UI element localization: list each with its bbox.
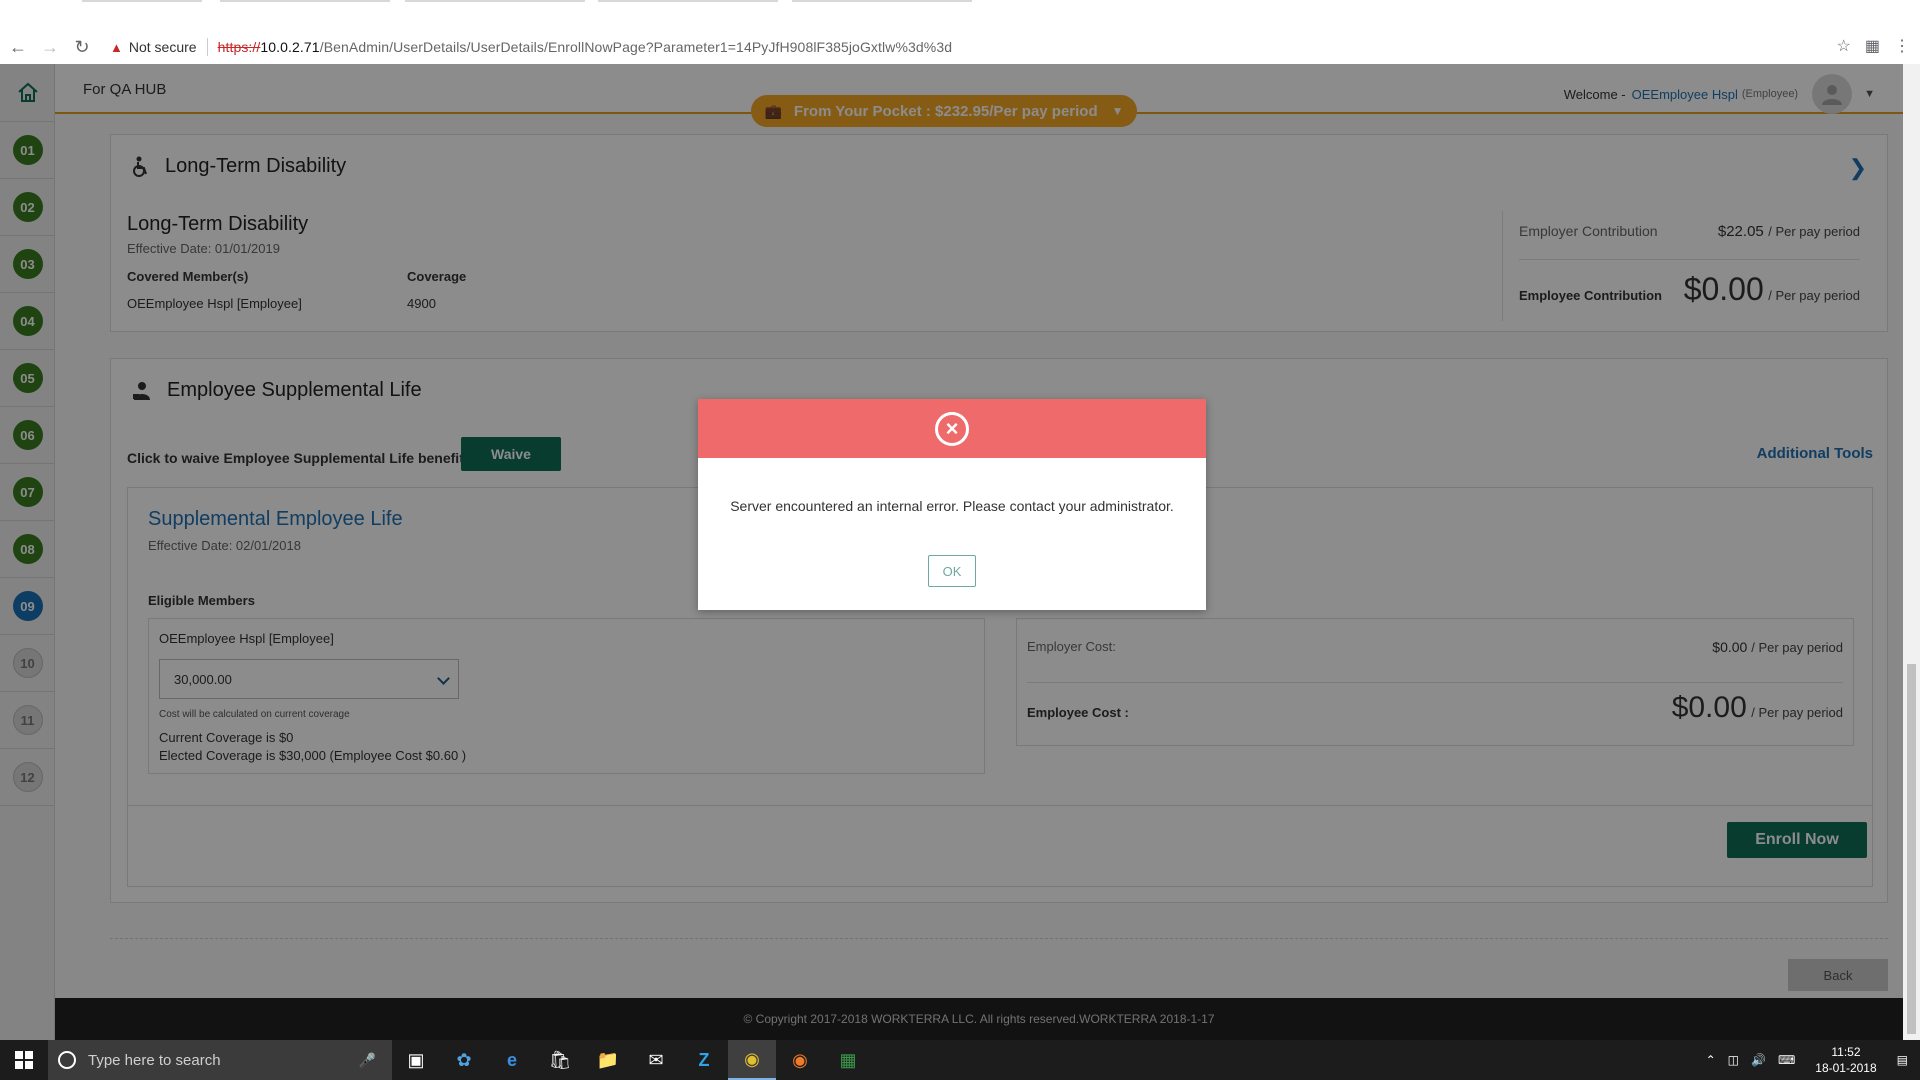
mail-icon[interactable]: ✉ [632, 1040, 680, 1080]
search-ring-icon [58, 1051, 76, 1069]
z-app-icon[interactable]: Z [680, 1040, 728, 1080]
url-scheme: https:// [217, 39, 261, 55]
spreadsheet-app-icon[interactable]: ▦ [824, 1040, 872, 1080]
clock-time: 11:52 [1831, 1045, 1861, 1059]
browser-compass-icon[interactable]: ✿ [440, 1040, 488, 1080]
notifications-icon[interactable]: ▤ [1897, 1053, 1908, 1067]
windows-logo-icon [15, 1051, 33, 1069]
clock[interactable]: 11:52 18-01-2018 [1815, 1044, 1876, 1076]
firefox-icon[interactable]: ◉ [776, 1040, 824, 1080]
windows-taskbar: Type here to search 🎤 ▣ ✿ e 🛍 📁 ✉ Z ◉ ◉ … [0, 1040, 1920, 1080]
error-dialog: × Server encountered an internal error. … [698, 399, 1206, 610]
chrome-icon[interactable]: ◉ [728, 1040, 776, 1080]
browser-tab[interactable] [792, 0, 972, 2]
network-icon[interactable]: ◫ [1728, 1053, 1739, 1067]
browser-actions: ☆ ▦ ⋮ [1837, 36, 1910, 56]
search-placeholder: Type here to search [88, 1051, 221, 1069]
browser-tab[interactable] [598, 0, 778, 2]
url-separator [206, 38, 208, 56]
address-bar: ← → ↻ ▲ Not secure https://10.0.2.71/Ben… [0, 30, 1920, 64]
task-view-icon[interactable]: ▣ [392, 1040, 440, 1080]
browser-tab[interactable] [220, 0, 390, 2]
edge-icon[interactable]: e [488, 1040, 536, 1080]
scroll-thumb[interactable] [1907, 664, 1916, 1034]
volume-icon[interactable]: 🔊 [1751, 1053, 1766, 1067]
back-arrow-icon[interactable]: ← [6, 35, 30, 59]
file-explorer-icon[interactable]: 📁 [584, 1040, 632, 1080]
security-label: Not secure [128, 39, 197, 55]
bookmark-star-icon[interactable]: ☆ [1837, 36, 1851, 56]
browser-tab-strip [0, 0, 1920, 30]
extension-icon[interactable]: ▦ [1865, 36, 1880, 56]
url-host: 10.0.2.71 [260, 39, 320, 55]
taskbar-search[interactable]: Type here to search 🎤 [48, 1040, 392, 1080]
chevron-up-icon[interactable]: ⌃ [1706, 1053, 1716, 1067]
error-close-icon: × [935, 411, 969, 446]
security-indicator[interactable]: ▲ Not secure [110, 39, 197, 55]
store-icon[interactable]: 🛍 [536, 1040, 584, 1080]
url-path: /BenAdmin/UserDetails/UserDetails/Enroll… [319, 39, 953, 55]
ok-button[interactable]: OK [928, 555, 976, 587]
error-dialog-header: × [698, 399, 1206, 458]
forward-arrow-icon[interactable]: → [38, 35, 62, 59]
browser-tab[interactable] [82, 0, 202, 2]
url-field[interactable]: https://10.0.2.71/BenAdmin/UserDetails/U… [218, 39, 953, 55]
microphone-icon[interactable]: 🎤 [359, 1052, 376, 1069]
keyboard-icon[interactable]: ⌨ [1778, 1053, 1795, 1067]
menu-kebab-icon[interactable]: ⋮ [1894, 36, 1910, 56]
warning-icon: ▲ [110, 39, 123, 55]
error-message: Server encountered an internal error. Pl… [730, 498, 1174, 514]
page-scrollbar[interactable] [1903, 64, 1920, 1040]
start-button[interactable] [0, 1040, 48, 1080]
reload-icon[interactable]: ↻ [70, 35, 94, 59]
clock-date: 18-01-2018 [1815, 1061, 1877, 1075]
browser-tab[interactable] [405, 0, 585, 2]
system-tray: ⌃ ◫ 🔊 ⌨ 11:52 18-01-2018 ▤ [1700, 1040, 1920, 1080]
